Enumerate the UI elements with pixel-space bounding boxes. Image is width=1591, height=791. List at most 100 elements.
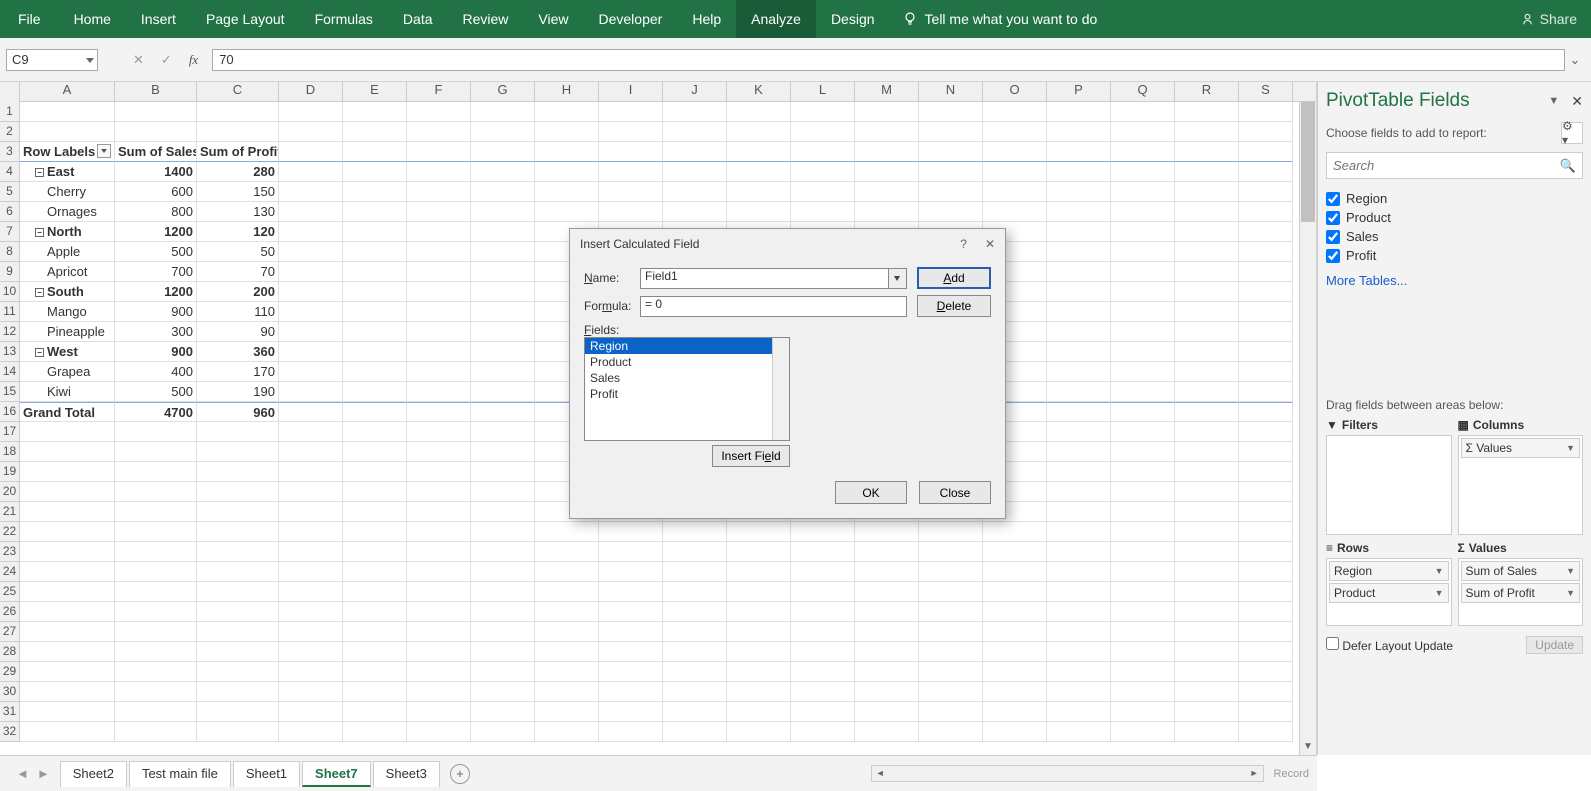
cell[interactable] <box>1047 442 1111 462</box>
cell[interactable] <box>279 722 343 742</box>
row-header[interactable]: 13 <box>0 342 20 362</box>
cell[interactable] <box>1047 462 1111 482</box>
dialog-close-icon[interactable]: ✕ <box>985 237 995 251</box>
cell[interactable] <box>727 562 791 582</box>
cell[interactable] <box>115 622 197 642</box>
cell[interactable] <box>343 482 407 502</box>
cell[interactable] <box>663 122 727 142</box>
cell[interactable]: 170 <box>197 362 279 382</box>
cell[interactable] <box>1239 662 1293 682</box>
cell[interactable] <box>1239 382 1293 402</box>
cell[interactable] <box>1111 682 1175 702</box>
column-header[interactable]: N <box>919 82 983 101</box>
cell[interactable] <box>20 622 115 642</box>
cell[interactable] <box>1239 482 1293 502</box>
cell[interactable] <box>791 682 855 702</box>
cell[interactable] <box>727 602 791 622</box>
tab-data[interactable]: Data <box>388 0 448 38</box>
cell[interactable] <box>279 462 343 482</box>
cell[interactable] <box>115 582 197 602</box>
row-header[interactable]: 8 <box>0 242 20 262</box>
row-header[interactable]: 31 <box>0 702 20 722</box>
cell[interactable] <box>1047 202 1111 222</box>
cell[interactable] <box>197 422 279 442</box>
cell[interactable] <box>727 522 791 542</box>
cell[interactable] <box>855 182 919 202</box>
cell[interactable] <box>983 202 1047 222</box>
cell[interactable] <box>535 662 599 682</box>
cell[interactable] <box>919 602 983 622</box>
cell[interactable] <box>197 702 279 722</box>
cell[interactable] <box>1175 582 1239 602</box>
cell[interactable] <box>407 362 471 382</box>
cell[interactable] <box>1239 282 1293 302</box>
share-button[interactable]: Share <box>1520 11 1591 27</box>
cell[interactable] <box>1047 242 1111 262</box>
row-header[interactable]: 3 <box>0 142 20 162</box>
cell[interactable] <box>1175 642 1239 662</box>
cell[interactable]: Row Labels <box>20 142 115 162</box>
column-header[interactable]: O <box>983 82 1047 101</box>
cell[interactable] <box>1175 502 1239 522</box>
expand-formula-icon[interactable]: ⌄ <box>1565 52 1585 68</box>
cell[interactable] <box>115 682 197 702</box>
cell[interactable] <box>407 582 471 602</box>
cell[interactable] <box>919 562 983 582</box>
column-header[interactable]: D <box>279 82 343 101</box>
cell[interactable] <box>1111 122 1175 142</box>
cell[interactable] <box>343 362 407 382</box>
cell[interactable] <box>471 542 535 562</box>
cell[interactable] <box>279 142 343 162</box>
cell[interactable]: −East <box>20 162 115 182</box>
cell[interactable] <box>20 602 115 622</box>
cell[interactable]: 600 <box>115 182 197 202</box>
cell[interactable] <box>1175 222 1239 242</box>
cell[interactable] <box>1175 722 1239 742</box>
cell[interactable] <box>855 722 919 742</box>
cell[interactable]: Pineapple <box>20 322 115 342</box>
vertical-scrollbar[interactable]: ▲ ▼ <box>1299 102 1316 755</box>
row-header[interactable]: 23 <box>0 542 20 562</box>
cell[interactable]: 280 <box>197 162 279 182</box>
cell[interactable] <box>1047 182 1111 202</box>
cell[interactable] <box>471 462 535 482</box>
cell[interactable] <box>727 162 791 182</box>
rows-area[interactable]: ≡Rows Region▼Product▼ <box>1326 541 1452 626</box>
cell[interactable] <box>407 162 471 182</box>
cell[interactable] <box>1239 682 1293 702</box>
cell[interactable]: 150 <box>197 182 279 202</box>
cell[interactable] <box>1047 422 1111 442</box>
cell[interactable] <box>1111 622 1175 642</box>
cell[interactable] <box>1111 102 1175 122</box>
cell[interactable] <box>1111 262 1175 282</box>
cell[interactable]: 1400 <box>115 162 197 182</box>
column-header[interactable]: P <box>1047 82 1111 101</box>
cell[interactable] <box>855 642 919 662</box>
row-header[interactable]: 21 <box>0 502 20 522</box>
cell[interactable] <box>343 422 407 442</box>
cell[interactable]: Ornages <box>20 202 115 222</box>
cell[interactable] <box>197 442 279 462</box>
cell[interactable] <box>1175 362 1239 382</box>
cell[interactable] <box>407 562 471 582</box>
cell[interactable] <box>535 542 599 562</box>
cell[interactable] <box>983 642 1047 662</box>
cell[interactable] <box>197 482 279 502</box>
cell[interactable] <box>919 582 983 602</box>
cell[interactable] <box>663 142 727 162</box>
cell[interactable] <box>407 462 471 482</box>
cell[interactable] <box>1047 302 1111 322</box>
cell[interactable] <box>663 202 727 222</box>
cell[interactable] <box>663 162 727 182</box>
cell[interactable] <box>599 562 663 582</box>
cell[interactable] <box>279 482 343 502</box>
row-header[interactable]: 4 <box>0 162 20 182</box>
cell[interactable] <box>343 302 407 322</box>
row-header[interactable]: 25 <box>0 582 20 602</box>
cell[interactable] <box>471 522 535 542</box>
cell[interactable] <box>1047 502 1111 522</box>
cell[interactable] <box>407 642 471 662</box>
cell[interactable] <box>407 202 471 222</box>
cell[interactable] <box>20 642 115 662</box>
cell[interactable] <box>855 602 919 622</box>
